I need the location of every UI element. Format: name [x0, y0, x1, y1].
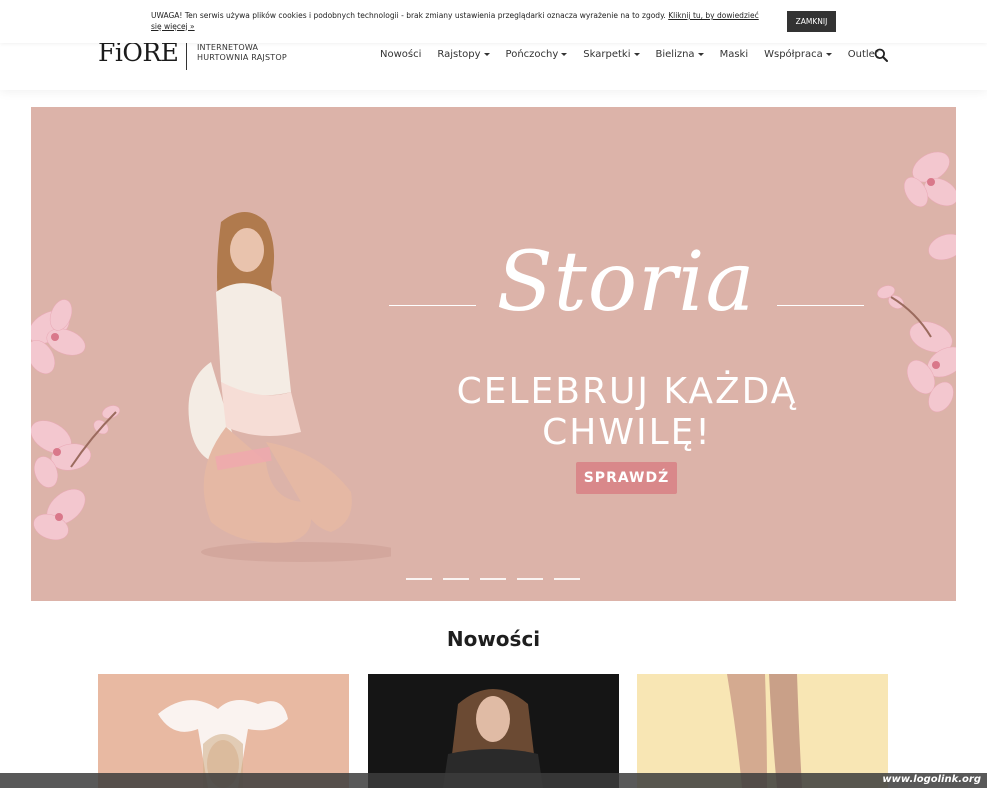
hero-subtitle: CELEBRUJ KAŻDĄ CHWILĘ!	[456, 371, 798, 453]
cookie-close-button[interactable]: ZAMKNIJ	[787, 11, 836, 32]
nav-item-label: Rajstopy	[437, 49, 481, 60]
logo-tagline: INTERNETOWA HURTOWNIA RAJSTOP	[197, 43, 287, 63]
main-nav: Nowości Rajstopy Pończochy Skarpetki Bie…	[372, 49, 887, 60]
model-photo	[188, 212, 391, 562]
cherry-blossom-illustration-right	[877, 151, 956, 413]
watermark-bar: www.logolink.org	[0, 773, 987, 788]
product-card[interactable]	[637, 674, 888, 788]
nav-item-bielizna[interactable]: Bielizna	[648, 49, 712, 60]
watermark-text: www.logolink.org	[882, 774, 981, 785]
nav-item-maski[interactable]: Maski	[712, 49, 757, 60]
slider-indicator[interactable]	[480, 578, 506, 580]
slider-indicator[interactable]	[517, 578, 543, 580]
nav-item-ponczochy[interactable]: Pończochy	[498, 49, 576, 60]
nav-item-label: Skarpetki	[583, 49, 631, 60]
caret-down-icon	[825, 53, 832, 56]
nav-item-wspolpraca[interactable]: Współpraca	[756, 49, 840, 60]
product-card[interactable]	[98, 674, 349, 788]
nav-item-label: Maski	[719, 49, 749, 60]
product-image	[443, 689, 543, 788]
caret-down-icon	[633, 53, 640, 56]
slider-indicators	[406, 578, 580, 580]
product-image	[158, 700, 288, 788]
nav-item-label: Nowości	[380, 49, 422, 60]
nav-item-label: Pończochy	[505, 49, 559, 60]
caret-down-icon	[561, 53, 568, 56]
caret-down-icon	[697, 53, 704, 56]
hero-cta-button[interactable]: SPRAWDŹ	[576, 462, 677, 494]
search-icon[interactable]	[874, 48, 888, 62]
product-card[interactable]	[368, 674, 619, 788]
cookie-banner: UWAGA! Ten serwis używa plików cookies i…	[0, 0, 987, 43]
tagline-line-2: HURTOWNIA RAJSTOP	[197, 53, 287, 62]
cookie-message: UWAGA! Ten serwis używa plików cookies i…	[151, 11, 666, 20]
slider-indicator[interactable]	[406, 578, 432, 580]
nav-item-label: Bielizna	[655, 49, 695, 60]
logo-divider	[186, 40, 187, 70]
slider-indicator[interactable]	[443, 578, 469, 580]
nav-item-rajstopy[interactable]: Rajstopy	[429, 49, 497, 60]
cookie-text: UWAGA! Ten serwis używa plików cookies i…	[151, 11, 771, 32]
slider-indicator[interactable]	[554, 578, 580, 580]
nav-item-skarpetki[interactable]: Skarpetki	[575, 49, 647, 60]
tagline-line-1: INTERNETOWA	[197, 43, 259, 52]
hero-title: Storia	[496, 235, 756, 330]
product-image	[727, 674, 802, 788]
caret-down-icon	[483, 53, 490, 56]
hero-banner[interactable]: Storia CELEBRUJ KAŻDĄ CHWILĘ! SPRAWDŹ	[31, 107, 956, 601]
nav-item-nowosci[interactable]: Nowości	[372, 49, 429, 60]
nav-item-label: Współpraca	[764, 49, 823, 60]
section-title: Nowości	[446, 627, 541, 651]
cherry-blossom-illustration	[31, 299, 120, 541]
